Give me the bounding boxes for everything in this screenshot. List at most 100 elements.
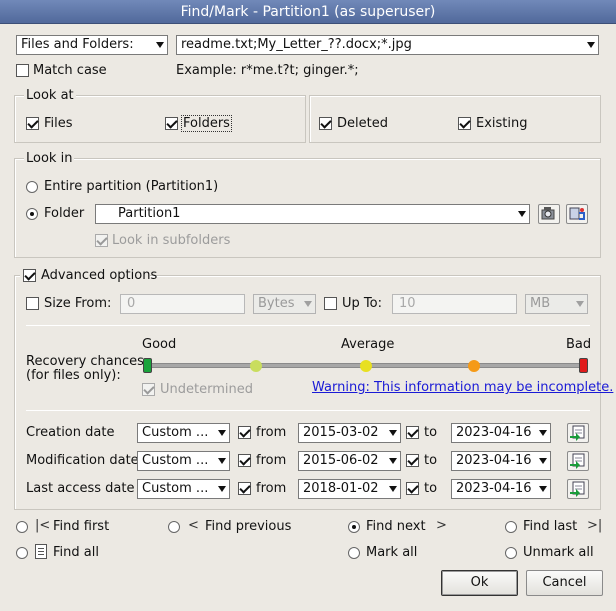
date-to-checkbox[interactable] [406,482,419,495]
chevron-down-icon [389,430,397,436]
existing-label[interactable]: Existing [476,116,528,131]
find-last-radio[interactable] [505,521,517,533]
date-from-checkbox[interactable] [238,454,251,467]
folder-path-combo[interactable]: Partition1 [95,204,530,224]
deleted-checkbox[interactable] [319,117,332,130]
find-last-label[interactable]: Find last [523,519,577,534]
divider [26,325,590,326]
folder-radio[interactable] [26,208,38,220]
recovery-slider-handle-right[interactable] [579,358,588,373]
scale-bad-label: Bad [566,337,592,352]
size-from-label[interactable]: Size From: [44,296,111,311]
find-all-label[interactable]: Find all [53,545,99,560]
date-apply-button[interactable] [567,451,589,471]
files-checkbox[interactable] [26,117,39,130]
scale-good-label: Good [142,337,177,352]
existing-checkbox[interactable] [458,117,471,130]
date-from-checkbox[interactable] [238,482,251,495]
match-case-label[interactable]: Match case [33,63,107,78]
warning-link[interactable]: Warning: This information may be incompl… [312,380,613,395]
date-to-picker[interactable]: 2023-04-16 [451,423,551,443]
date-mode-value: Custom ... [142,425,209,440]
up-to-input[interactable]: 10 [392,294,517,314]
chevron-down-icon [218,458,226,464]
subfolders-checkbox[interactable] [95,234,108,247]
date-mode-select[interactable]: Custom ... [137,423,230,443]
recovery-label-line1: Recovery chances [26,354,144,369]
date-apply-button[interactable] [567,479,589,499]
date-to-checkbox[interactable] [406,454,419,467]
undetermined-label: Undetermined [160,382,253,397]
date-to-value: 2023-04-16 [456,453,532,468]
unmark-all-radio[interactable] [505,547,517,559]
date-to-label[interactable]: to [424,453,437,468]
entire-partition-label[interactable]: Entire partition (Partition1) [44,179,218,194]
date-to-checkbox[interactable] [406,426,419,439]
date-from-picker[interactable]: 2015-06-02 [298,451,401,471]
up-to-unit-value: MB [530,296,551,311]
date-to-label[interactable]: to [424,425,437,440]
ok-button[interactable]: Ok [441,570,518,596]
date-to-label[interactable]: to [424,481,437,496]
calendar-arrow-icon [570,453,585,469]
deleted-label[interactable]: Deleted [337,116,388,131]
date-label: Modification date [26,453,139,468]
scale-average-label: Average [341,337,395,352]
size-from-input[interactable]: 0 [120,294,245,314]
files-label[interactable]: Files [44,116,73,131]
date-from-picker[interactable]: 2018-01-02 [298,479,401,499]
size-from-checkbox[interactable] [26,297,39,310]
date-from-label[interactable]: from [256,425,286,440]
subfolders-label: Look in subfolders [112,233,231,248]
select-folder-button[interactable] [566,204,588,224]
search-pattern-combo[interactable]: readme.txt;My_Letter_??.docx;*.jpg [176,35,599,55]
folder-label[interactable]: Folder [44,206,84,221]
find-next-label[interactable]: Find next [366,519,426,534]
find-first-radio[interactable] [16,521,28,533]
date-from-label[interactable]: from [256,481,286,496]
find-previous-radio[interactable] [168,521,180,533]
look-in-title: Look in [24,151,75,166]
lightgreen-dot [250,360,262,372]
chevron-down-icon [218,430,226,436]
find-all-radio[interactable] [16,547,28,559]
undetermined-checkbox[interactable] [142,383,155,396]
date-apply-button[interactable] [567,423,589,443]
date-from-label[interactable]: from [256,453,286,468]
up-to-unit-select[interactable]: MB [525,294,588,314]
date-label: Last access date [26,481,135,496]
chevron-down-icon [576,301,584,307]
date-to-picker[interactable]: 2023-04-16 [451,479,551,499]
folders-label[interactable]: Folders [181,115,232,132]
chevron-down-icon [539,458,547,464]
match-case-checkbox[interactable] [16,64,29,77]
entire-partition-radio[interactable] [26,181,38,193]
date-from-picker[interactable]: 2015-03-02 [298,423,401,443]
date-mode-select[interactable]: Custom ... [137,479,230,499]
find-previous-label[interactable]: Find previous [205,519,291,534]
chevron-down-icon [539,486,547,492]
chevron-down-icon [518,211,526,217]
find-next-radio[interactable] [348,521,360,533]
date-to-picker[interactable]: 2023-04-16 [451,451,551,471]
date-from-value: 2018-01-02 [303,481,379,496]
browse-folder-button[interactable] [538,204,560,224]
advanced-options-label[interactable]: Advanced options [41,268,157,283]
date-mode-select[interactable]: Custom ... [137,451,230,471]
example-text: Example: r*me.t?t; ginger.*; [176,63,359,78]
advanced-options-checkbox[interactable] [23,269,36,282]
recovery-slider-handle-left[interactable] [143,358,152,373]
mark-all-radio[interactable] [348,547,360,559]
search-type-select[interactable]: Files and Folders: [16,35,168,55]
date-from-checkbox[interactable] [238,426,251,439]
up-to-checkbox[interactable] [324,297,337,310]
cancel-button[interactable]: Cancel [526,570,603,596]
up-to-label[interactable]: Up To: [342,296,382,311]
folders-checkbox[interactable] [165,117,178,130]
size-from-unit-select[interactable]: Bytes [253,294,316,314]
calendar-arrow-icon [570,425,585,441]
unmark-all-label[interactable]: Unmark all [523,545,594,560]
find-next-icon: > [436,518,447,533]
find-first-label[interactable]: Find first [53,519,109,534]
mark-all-label[interactable]: Mark all [366,545,417,560]
